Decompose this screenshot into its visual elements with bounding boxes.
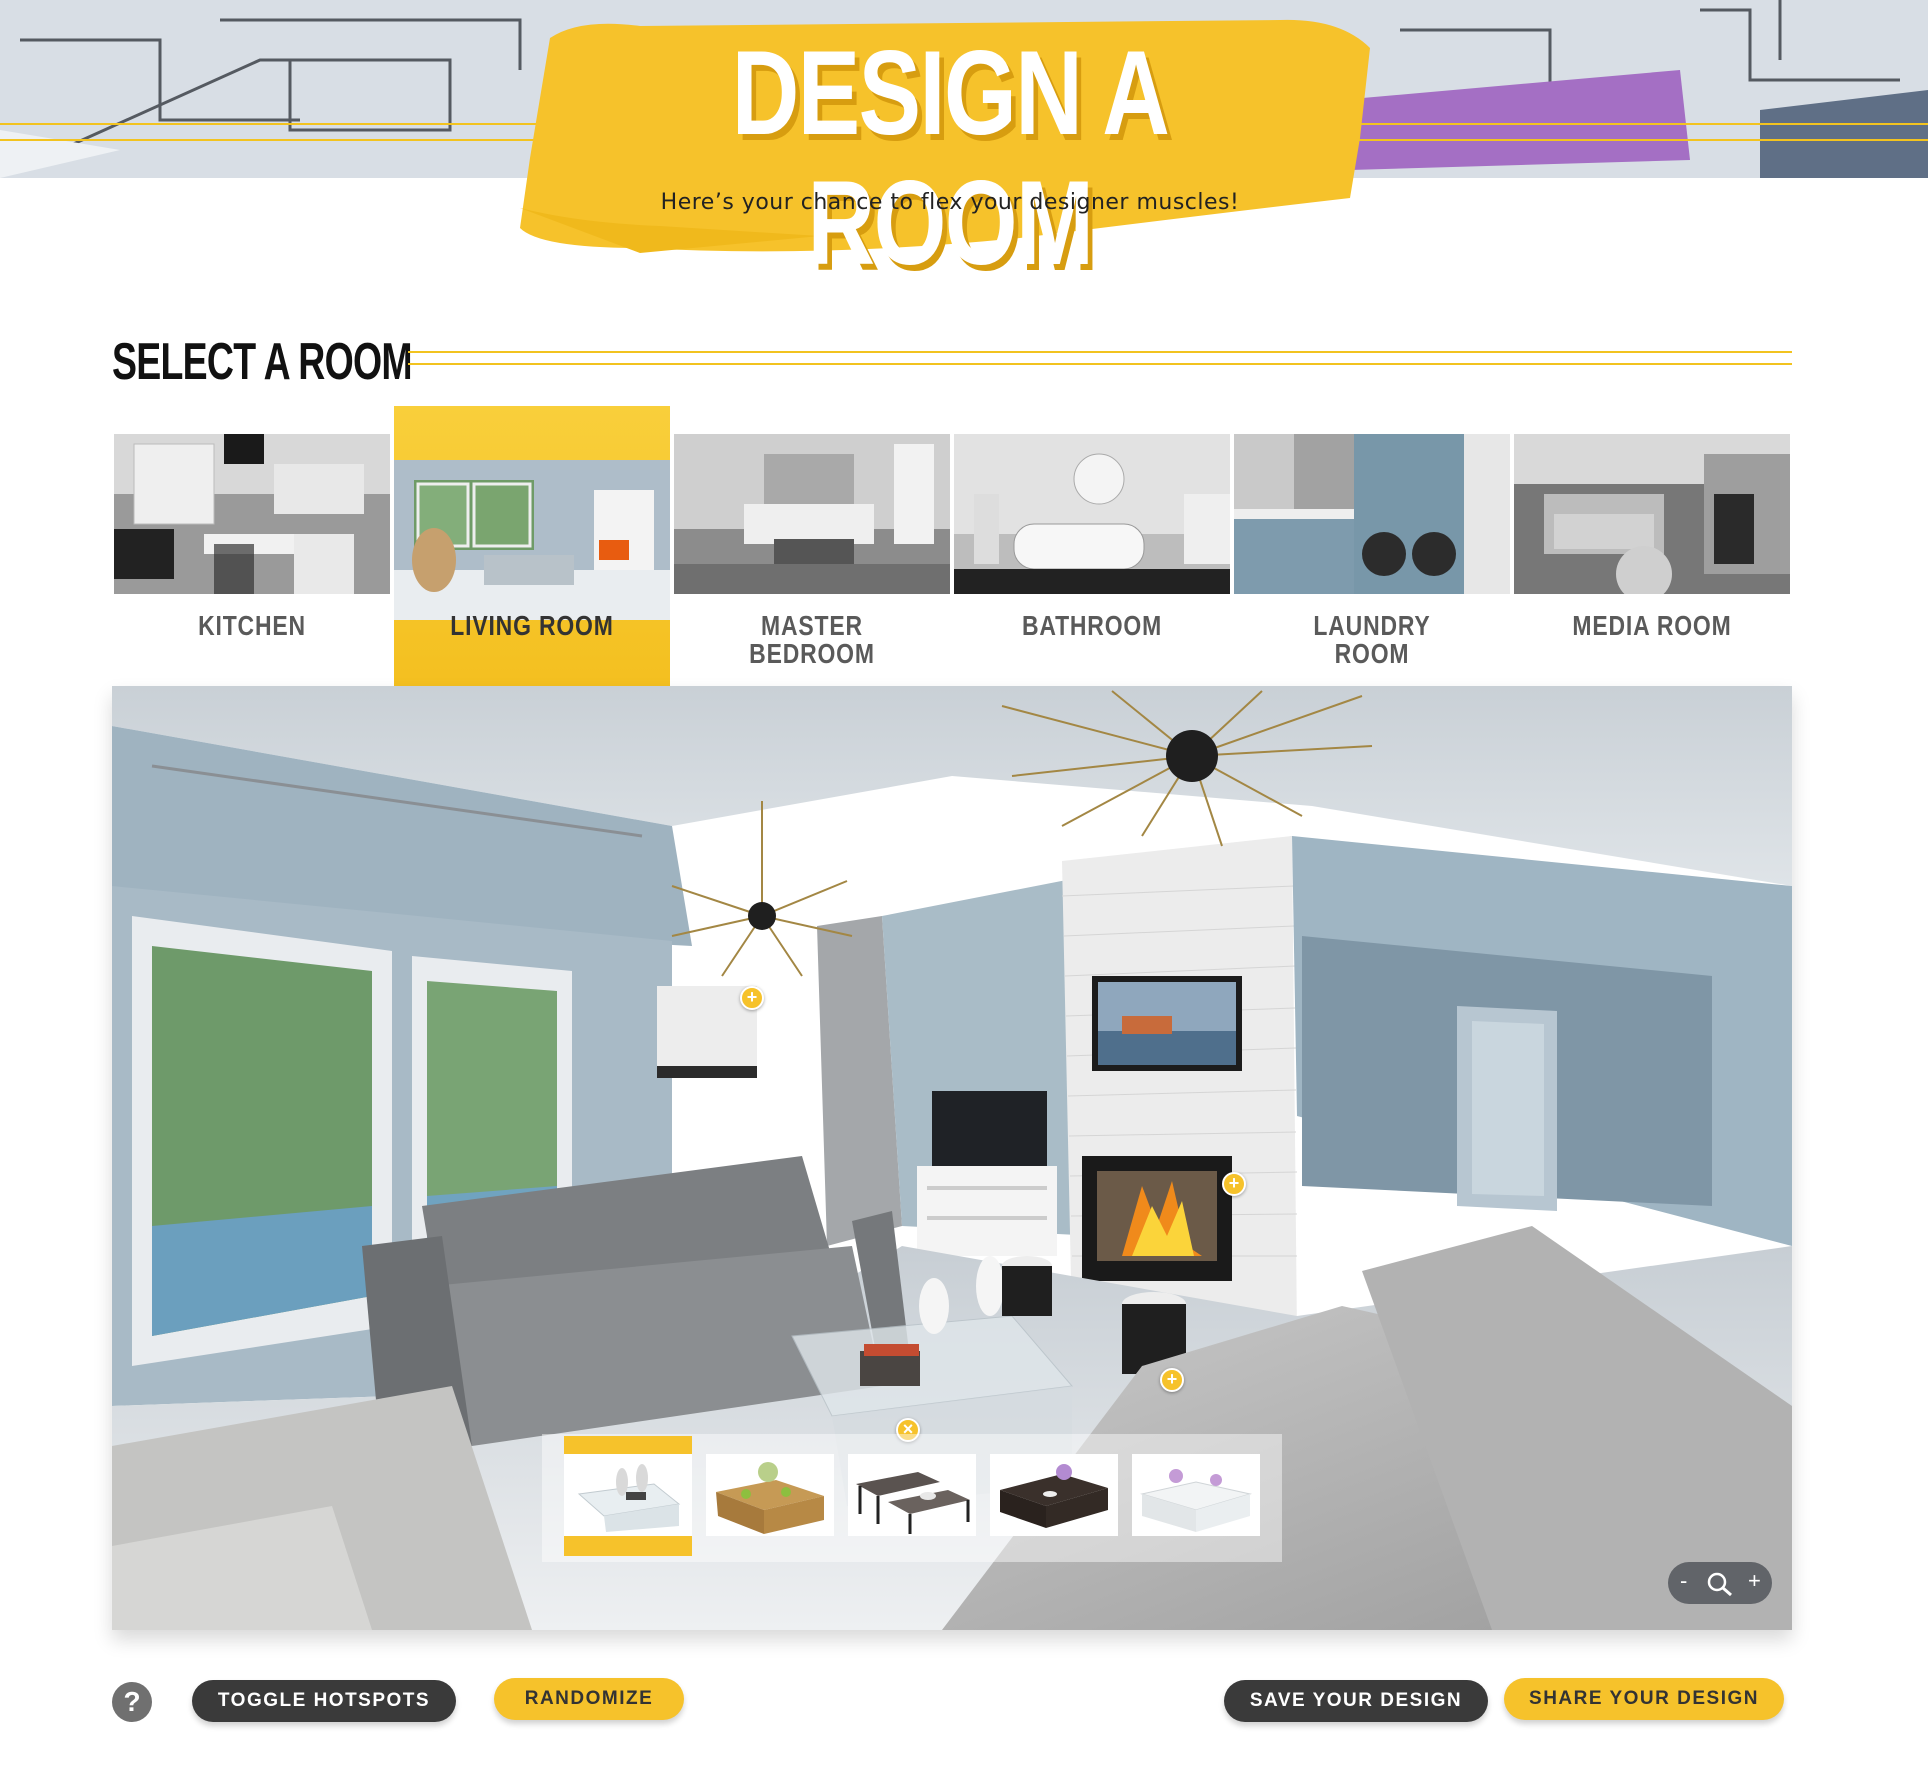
zoom-search-icon: [1707, 1572, 1732, 1597]
room-label-kitchen: KITCHEN: [198, 610, 306, 641]
page-subtitle: Here’s your chance to flex your designer…: [660, 190, 1240, 215]
hotspot-window-shade[interactable]: +: [740, 986, 764, 1010]
kitchen-thumbnail: [114, 434, 390, 594]
room-label-media-room: MEDIA ROOM: [1572, 610, 1732, 641]
item-option-dark-wood-table[interactable]: [990, 1454, 1118, 1536]
zoom-control: - +: [1668, 1562, 1772, 1604]
room-tab-master-bedroom[interactable]: MASTER BEDROOM: [674, 432, 950, 668]
help-button[interactable]: ?: [112, 1682, 152, 1722]
section-divider: [408, 351, 1792, 365]
master-bedroom-thumbnail: [674, 434, 950, 594]
laundry-room-thumbnail: [1234, 434, 1510, 594]
coffee-table-picker: [542, 1434, 1282, 1562]
save-design-button[interactable]: SAVE YOUR DESIGN: [1224, 1680, 1488, 1722]
room-tab-kitchen[interactable]: KITCHEN: [114, 432, 390, 662]
hotspot-fireplace[interactable]: +: [1222, 1172, 1246, 1196]
item-option-industrial-nesting-tables[interactable]: [848, 1454, 976, 1536]
randomize-button[interactable]: RANDOMIZE: [494, 1678, 684, 1720]
living-room-thumbnail: [394, 460, 670, 620]
item-option-rustic-trunk-table[interactable]: [706, 1454, 834, 1536]
bathroom-thumbnail: [954, 434, 1230, 594]
section-title: SELECT A ROOM: [112, 333, 413, 391]
room-tab-bathroom[interactable]: BATHROOM: [954, 432, 1230, 662]
room-tab-living-room[interactable]: LIVING ROOM: [394, 432, 670, 662]
item-option-white-lacquer-table[interactable]: [1132, 1454, 1260, 1536]
toggle-hotspots-button[interactable]: TOGGLE HOTSPOTS: [192, 1680, 456, 1722]
room-label-laundry-room: LAUNDRY ROOM: [1313, 610, 1431, 669]
zoom-out-button[interactable]: -: [1680, 1568, 1687, 1594]
zoom-in-button[interactable]: +: [1748, 1568, 1761, 1594]
page-title: DESIGN A ROOM: [731, 26, 1170, 290]
share-design-button[interactable]: SHARE YOUR DESIGN: [1504, 1678, 1784, 1720]
room-label-master-bedroom: MASTER BEDROOM: [749, 610, 875, 669]
hotspot-ottoman[interactable]: +: [1160, 1368, 1184, 1392]
room-label-bathroom: BATHROOM: [1021, 610, 1163, 641]
room-label-living-room: LIVING ROOM: [450, 610, 614, 641]
media-room-thumbnail: [1514, 434, 1790, 594]
room-tab-laundry-room[interactable]: LAUNDRY ROOM: [1234, 432, 1510, 668]
room-viewer[interactable]: + + + × - +: [112, 686, 1792, 1630]
item-option-glass-waterfall-table[interactable]: [564, 1436, 692, 1556]
room-tab-media-room[interactable]: MEDIA ROOM: [1514, 432, 1790, 662]
